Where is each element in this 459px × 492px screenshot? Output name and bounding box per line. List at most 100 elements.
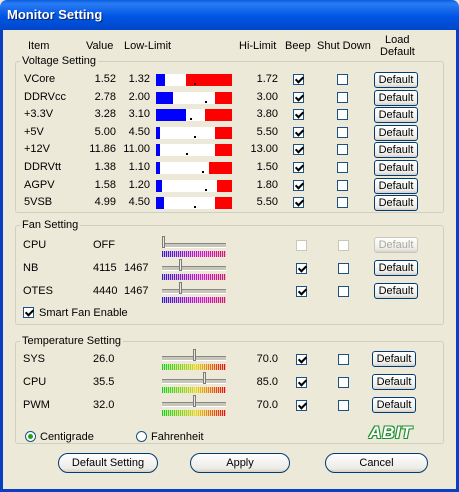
voltage-range-bar[interactable] xyxy=(156,74,232,86)
slider-thumb[interactable] xyxy=(193,349,196,361)
voltage-value: 11.86 xyxy=(89,143,116,155)
temperature-default-button[interactable]: Default xyxy=(372,374,416,390)
temperature-limit-slider[interactable] xyxy=(162,372,226,394)
voltage-default-button[interactable]: Default xyxy=(374,195,418,211)
shutdown-checkbox[interactable] xyxy=(337,109,348,120)
shutdown-checkbox[interactable] xyxy=(337,127,348,138)
scale-tick xyxy=(196,387,198,393)
beep-checkbox[interactable] xyxy=(293,144,304,155)
shutdown-checkbox[interactable] xyxy=(338,240,349,251)
slider-thumb[interactable] xyxy=(162,236,165,248)
fan-limit-slider[interactable] xyxy=(162,282,226,304)
shutdown-checkbox[interactable] xyxy=(338,400,349,411)
temperature-default-button[interactable]: Default xyxy=(372,397,416,413)
apply-button[interactable]: Apply xyxy=(190,453,290,473)
fan-default-button[interactable]: Default xyxy=(374,260,418,276)
slider-thumb[interactable] xyxy=(193,395,196,407)
beep-checkbox[interactable] xyxy=(293,162,304,173)
slider-thumb[interactable] xyxy=(179,259,182,271)
fan-default-button[interactable]: Default xyxy=(374,283,418,299)
scale-tick xyxy=(196,274,198,280)
voltage-item-label: DDRVcc xyxy=(24,91,66,103)
temperature-item-label: CPU xyxy=(23,376,47,388)
scale-tick xyxy=(198,364,200,370)
scale-tick xyxy=(188,251,190,257)
voltage-range-bar[interactable] xyxy=(156,144,232,156)
scale-tick xyxy=(182,364,184,370)
shutdown-checkbox[interactable] xyxy=(338,377,349,388)
fahrenheit-radio[interactable] xyxy=(136,431,147,442)
beep-checkbox[interactable] xyxy=(296,400,307,411)
voltage-default-button[interactable]: Default xyxy=(374,125,418,141)
temperature-limit-slider[interactable] xyxy=(162,395,226,417)
scale-tick xyxy=(184,251,186,257)
shutdown-checkbox[interactable] xyxy=(337,180,348,191)
beep-checkbox[interactable] xyxy=(293,197,304,208)
scale-tick xyxy=(180,410,182,416)
fan-limit-slider[interactable] xyxy=(162,259,226,281)
scale-tick xyxy=(200,364,202,370)
scale-tick xyxy=(180,297,182,303)
scale-tick xyxy=(212,297,214,303)
default-setting-button[interactable]: Default Setting xyxy=(58,453,158,473)
scale-tick xyxy=(164,387,166,393)
shutdown-checkbox[interactable] xyxy=(338,354,349,365)
voltage-default-button[interactable]: Default xyxy=(374,72,418,88)
shutdown-checkbox[interactable] xyxy=(337,197,348,208)
beep-checkbox[interactable] xyxy=(296,354,307,365)
beep-checkbox[interactable] xyxy=(296,286,307,297)
scale-tick xyxy=(220,364,222,370)
voltage-default-button[interactable]: Default xyxy=(374,178,418,194)
fan-scale xyxy=(162,297,226,303)
voltage-hi-limit: 1.72 xyxy=(256,73,278,85)
shutdown-checkbox[interactable] xyxy=(337,162,348,173)
scale-tick xyxy=(224,274,226,280)
voltage-range-bar[interactable] xyxy=(156,180,232,192)
scale-tick xyxy=(172,274,174,280)
beep-checkbox[interactable] xyxy=(296,263,307,274)
scale-tick xyxy=(208,364,210,370)
voltage-range-bar[interactable] xyxy=(156,92,232,104)
beep-checkbox[interactable] xyxy=(293,127,304,138)
fan-group-title: Fan Setting xyxy=(20,219,81,231)
voltage-default-button[interactable]: Default xyxy=(374,142,418,158)
voltage-range-bar[interactable] xyxy=(156,127,232,139)
cancel-button[interactable]: Cancel xyxy=(325,453,428,473)
temperature-limit-slider[interactable] xyxy=(162,349,226,371)
voltage-range-bar[interactable] xyxy=(156,109,232,121)
voltage-value: 3.28 xyxy=(94,108,116,120)
temperature-default-button[interactable]: Default xyxy=(372,351,416,367)
voltage-range-bar[interactable] xyxy=(156,162,232,174)
beep-checkbox[interactable] xyxy=(293,74,304,85)
voltage-default-button[interactable]: Default xyxy=(374,90,418,106)
shutdown-checkbox[interactable] xyxy=(338,286,349,297)
window-title: Monitor Setting xyxy=(7,7,103,22)
shutdown-checkbox[interactable] xyxy=(338,263,349,274)
centigrade-radio[interactable] xyxy=(25,431,36,442)
voltage-default-button[interactable]: Default xyxy=(374,160,418,176)
scale-tick xyxy=(208,251,210,257)
shutdown-checkbox[interactable] xyxy=(337,74,348,85)
scale-tick xyxy=(220,297,222,303)
slider-thumb[interactable] xyxy=(203,372,206,384)
shutdown-checkbox[interactable] xyxy=(337,144,348,155)
scale-tick xyxy=(218,410,220,416)
shutdown-checkbox[interactable] xyxy=(337,92,348,103)
fan-limit-slider[interactable] xyxy=(162,236,226,258)
beep-checkbox[interactable] xyxy=(293,180,304,191)
beep-checkbox[interactable] xyxy=(293,109,304,120)
scale-tick xyxy=(202,251,204,257)
voltage-range-bar[interactable] xyxy=(156,197,232,209)
scale-tick xyxy=(184,364,186,370)
beep-checkbox[interactable] xyxy=(296,240,307,251)
temp-scale xyxy=(162,410,226,416)
beep-checkbox[interactable] xyxy=(293,92,304,103)
smart-fan-checkbox[interactable] xyxy=(23,307,34,318)
voltage-default-button[interactable]: Default xyxy=(374,107,418,123)
title-bar[interactable]: Monitor Setting xyxy=(0,0,459,30)
fan-default-button[interactable]: Default xyxy=(374,237,418,253)
voltage-hi-limit: 1.50 xyxy=(256,161,278,173)
scale-tick xyxy=(172,251,174,257)
beep-checkbox[interactable] xyxy=(296,377,307,388)
slider-thumb[interactable] xyxy=(179,282,182,294)
